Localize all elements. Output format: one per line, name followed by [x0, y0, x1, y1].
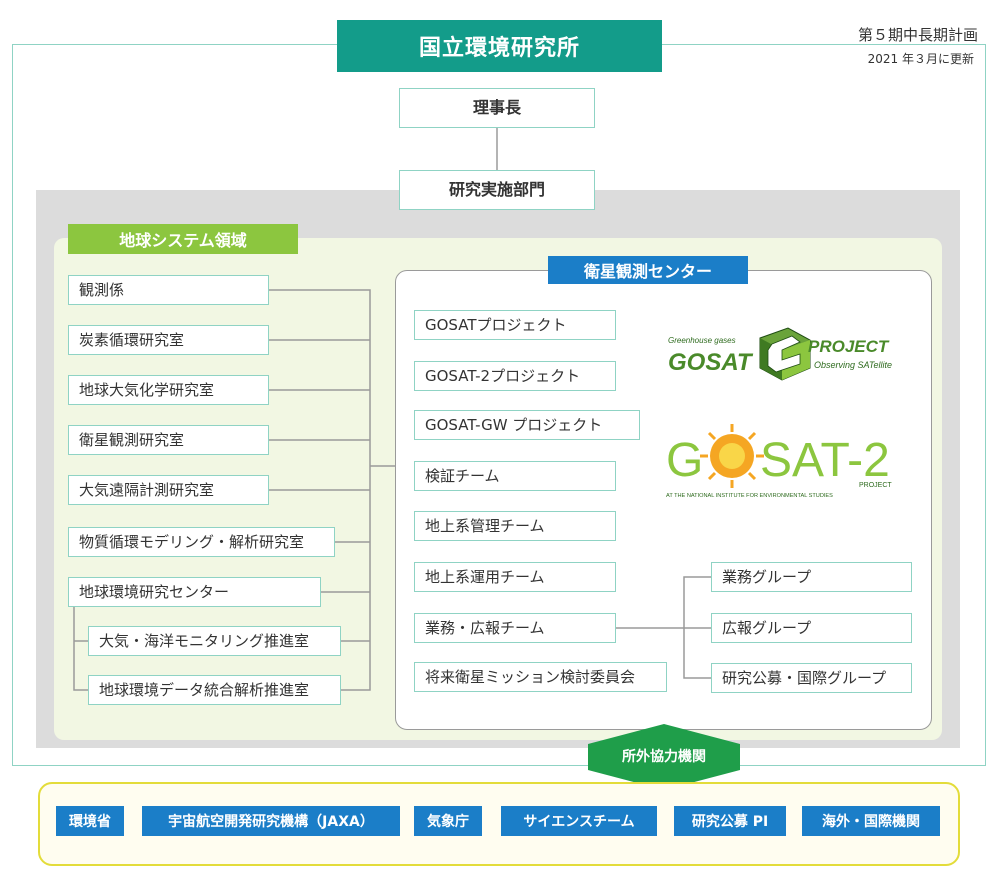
earth-item: 大気遠隔計測研究室	[68, 475, 269, 505]
cooperation-label: 所外協力機関	[622, 749, 706, 765]
earth-item: 衛星観測研究室	[68, 425, 269, 455]
partner-item: 海外・国際機関	[802, 806, 940, 836]
partner-item: サイエンスチーム	[501, 806, 657, 836]
pr-group-item: 研究公募・国際グループ	[711, 663, 912, 693]
gosat2-logo-project: PROJECT	[859, 482, 892, 489]
center-item: 将来衛星ミッション検討委員会	[414, 662, 667, 692]
gosat-logo-word-left: GOSAT	[668, 349, 754, 376]
pr-group-item: 業務グループ	[711, 562, 912, 592]
center-item: GOSATプロジェクト	[414, 310, 616, 340]
gosat-logo-bottom-text: Observing SATellite	[814, 360, 892, 370]
gosat-logo-top-text: Greenhouse gases	[668, 336, 736, 345]
partner-item: 研究公募 PI	[674, 806, 786, 836]
gosat2-logo-word: SAT-2	[760, 434, 890, 487]
earth-item: 炭素循環研究室	[68, 325, 269, 355]
earth-sub-item: 大気・海洋モニタリング推進室	[88, 626, 341, 656]
earth-item: 地球大気化学研究室	[68, 375, 269, 405]
pr-group-item: 広報グループ	[711, 613, 912, 643]
satellite-center-label: 衛星観測センター	[548, 256, 748, 284]
gosat2-logo-institute: AT THE NATIONAL INSTITUTE FOR ENVIRONMEN…	[666, 493, 833, 499]
earth-item: 観測係	[68, 275, 269, 305]
earth-item: 物質循環モデリング・解析研究室	[68, 527, 335, 557]
center-item: 地上系運用チーム	[414, 562, 616, 592]
center-item: 検証チーム	[414, 461, 616, 491]
gosat-project-logo: Greenhouse gases GOSAT PROJECT Observing…	[668, 327, 892, 381]
gosat-logo-word-right: PROJECT	[808, 337, 890, 356]
gosat2-logo-letter-g: G	[666, 434, 703, 487]
gosat2-project-logo: G SAT-2 PROJECT AT THE NATIONAL INSTITUT…	[666, 424, 892, 499]
earth-sub-item: 地球環境データ統合解析推進室	[88, 675, 341, 705]
earth-item: 地球環境研究センター	[68, 577, 321, 607]
sun-icon	[700, 424, 764, 488]
gosat-cube-icon	[759, 327, 811, 381]
partner-item: 環境省	[56, 806, 124, 836]
center-item: GOSAT-GW プロジェクト	[414, 410, 640, 440]
partner-item: 気象庁	[414, 806, 482, 836]
center-item: 地上系管理チーム	[414, 511, 616, 541]
center-item: 業務・広報チーム	[414, 613, 616, 643]
center-item: GOSAT-2プロジェクト	[414, 361, 616, 391]
partner-item: 宇宙航空開発研究機構（JAXA）	[142, 806, 400, 836]
earth-system-label: 地球システム領域	[68, 224, 298, 254]
